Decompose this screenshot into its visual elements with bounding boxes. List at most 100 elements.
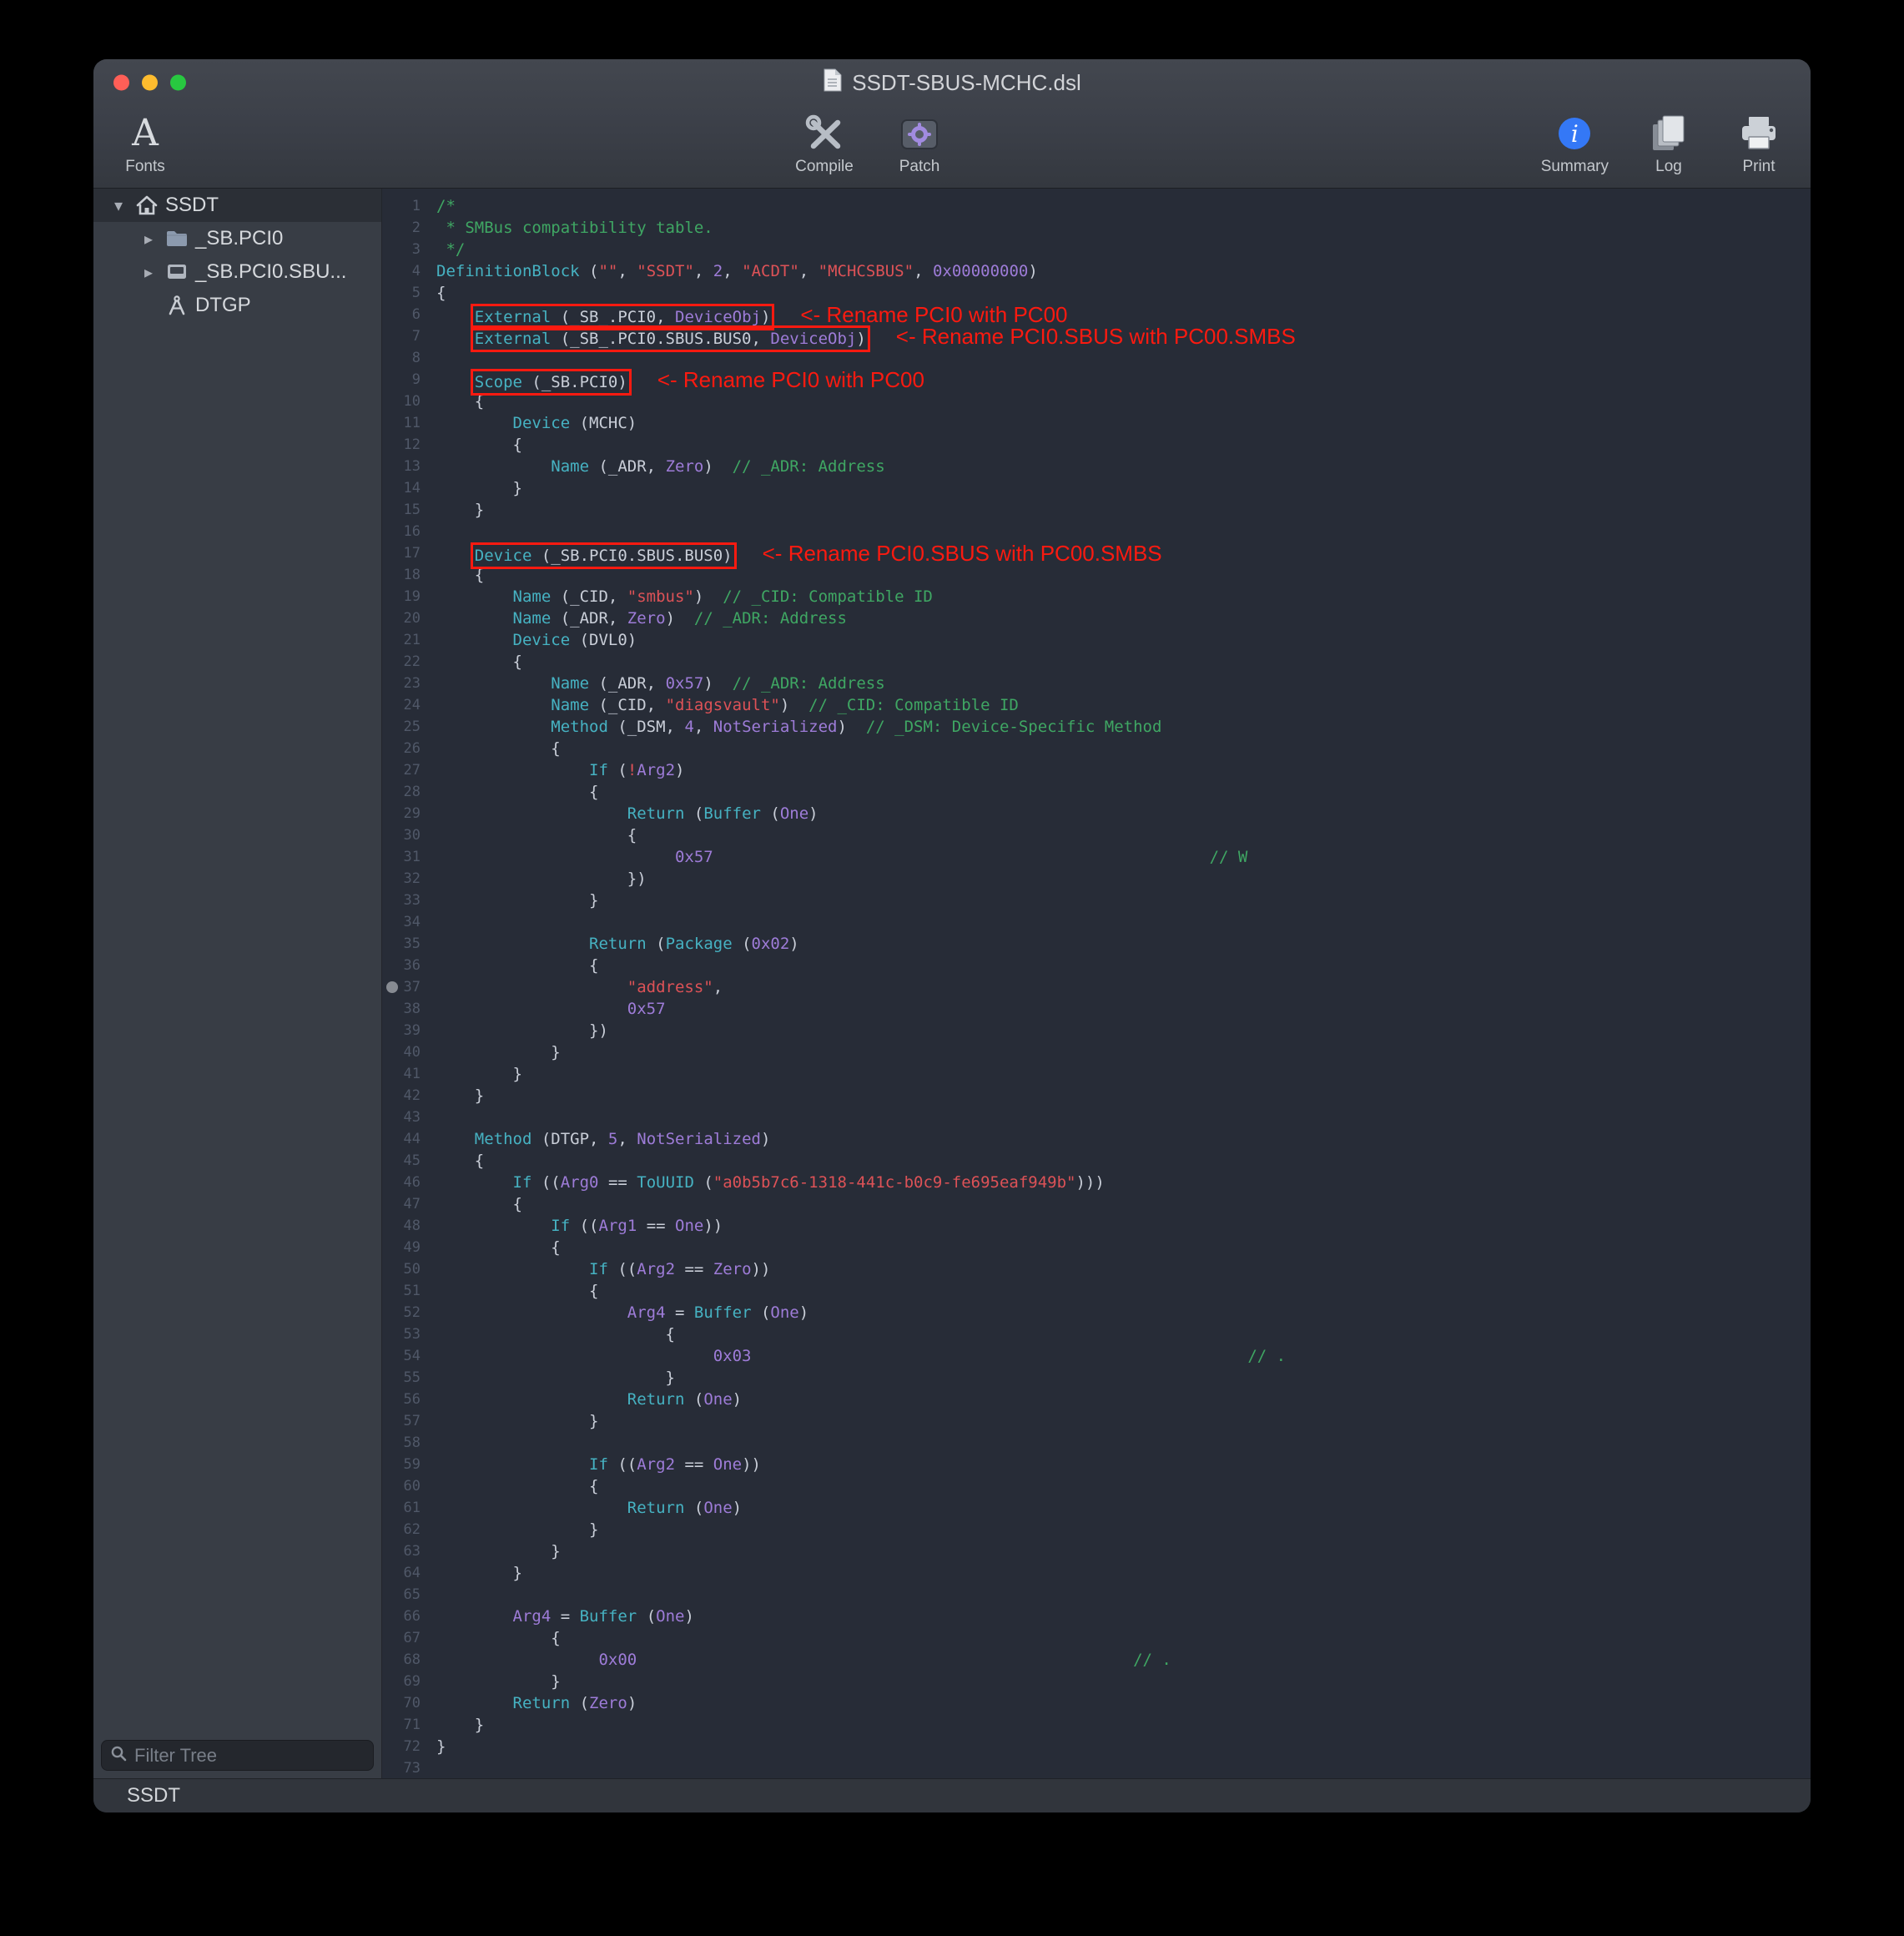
disclosure-right-icon[interactable]: ▸ bbox=[135, 229, 162, 250]
code-line[interactable]: } bbox=[436, 1041, 1811, 1063]
code-line[interactable]: Arg4 = Buffer (One) bbox=[436, 1302, 1811, 1323]
code-line[interactable] bbox=[436, 521, 1811, 542]
code-line[interactable]: } bbox=[436, 1540, 1811, 1562]
code-line[interactable]: 0x57 bbox=[436, 998, 1811, 1020]
line-number: 6 bbox=[382, 304, 426, 325]
code-line[interactable]: } bbox=[436, 1410, 1811, 1432]
code-line[interactable] bbox=[436, 347, 1811, 369]
code-line[interactable] bbox=[436, 1432, 1811, 1454]
summary-button[interactable]: i Summary bbox=[1541, 113, 1609, 176]
disclosure-right-icon[interactable]: ▸ bbox=[135, 262, 162, 283]
code-line[interactable]: } bbox=[436, 1562, 1811, 1584]
code-line[interactable]: Return (One) bbox=[436, 1497, 1811, 1519]
code-line[interactable]: Return (Buffer (One) bbox=[436, 803, 1811, 824]
code-line[interactable]: Scope (_SB.PCI0)<- Rename PCI0 with PC00 bbox=[436, 369, 1811, 391]
code-line[interactable]: Method (DTGP, 5, NotSerialized) bbox=[436, 1128, 1811, 1150]
code-line[interactable]: { bbox=[436, 434, 1811, 456]
fonts-button[interactable]: A Fonts bbox=[115, 113, 175, 176]
code-line[interactable]: { bbox=[436, 1280, 1811, 1302]
code-line[interactable] bbox=[436, 1757, 1811, 1778]
patch-button[interactable]: Patch bbox=[889, 113, 949, 176]
code-line[interactable]: 0x57 // W bbox=[436, 846, 1811, 868]
code-line[interactable]: Arg4 = Buffer (One) bbox=[436, 1606, 1811, 1627]
code-line[interactable]: } bbox=[436, 1367, 1811, 1389]
filter-input[interactable] bbox=[134, 1745, 365, 1767]
code-line[interactable] bbox=[436, 1584, 1811, 1606]
code-line[interactable]: } bbox=[436, 1519, 1811, 1540]
print-button[interactable]: Print bbox=[1729, 113, 1789, 176]
code-line[interactable]: { bbox=[436, 1323, 1811, 1345]
code-line[interactable] bbox=[436, 1107, 1811, 1128]
minimize-button[interactable] bbox=[142, 75, 158, 91]
code-line[interactable]: * SMBus compatibility table. bbox=[436, 217, 1811, 239]
code-line[interactable]: Device (MCHC) bbox=[436, 412, 1811, 434]
code-line[interactable]: Name (_ADR, Zero) // _ADR: Address bbox=[436, 456, 1811, 477]
code-line[interactable]: Name (_ADR, 0x57) // _ADR: Address bbox=[436, 673, 1811, 694]
code-line[interactable]: */ bbox=[436, 239, 1811, 260]
code-line[interactable]: } bbox=[436, 1714, 1811, 1736]
code-line[interactable]: If ((Arg0 == ToUUID ("a0b5b7c6-1318-441c… bbox=[436, 1172, 1811, 1193]
code-line[interactable]: }) bbox=[436, 1020, 1811, 1041]
code-line[interactable]: Name (_CID, "smbus") // _CID: Compatible… bbox=[436, 586, 1811, 608]
line-number: 35 bbox=[382, 933, 426, 955]
code-area[interactable]: /* * SMBus compatibility table. */Defini… bbox=[426, 189, 1811, 1778]
code-line[interactable]: { bbox=[436, 564, 1811, 586]
close-button[interactable] bbox=[113, 75, 129, 91]
code-line[interactable]: If ((Arg1 == One)) bbox=[436, 1215, 1811, 1237]
sidebar-item-ssdt[interactable]: ▾SSDT bbox=[93, 189, 381, 222]
patch-label: Patch bbox=[899, 158, 940, 176]
code-line[interactable]: Return (Package (0x02) bbox=[436, 933, 1811, 955]
sidebar-item-sb-pci0[interactable]: ▸_SB.PCI0 bbox=[93, 222, 381, 255]
code-line[interactable]: { bbox=[436, 824, 1811, 846]
code-line[interactable]: If ((Arg2 == Zero)) bbox=[436, 1258, 1811, 1280]
disclosure-down-icon[interactable]: ▾ bbox=[105, 195, 132, 216]
code-line[interactable]: { bbox=[436, 282, 1811, 304]
code-line[interactable]: { bbox=[436, 651, 1811, 673]
line-number: 68 bbox=[382, 1649, 426, 1671]
code-line[interactable]: If (!Arg2) bbox=[436, 759, 1811, 781]
code-line[interactable]: External (_SB_.PCI0.SBUS.BUS0, DeviceObj… bbox=[436, 325, 1811, 347]
status-selection-path: SSDT bbox=[127, 1784, 180, 1807]
code-line[interactable]: } bbox=[436, 1671, 1811, 1692]
code-line[interactable]: { bbox=[436, 1150, 1811, 1172]
code-line[interactable]: } bbox=[436, 1063, 1811, 1085]
code-line[interactable]: Return (Zero) bbox=[436, 1692, 1811, 1714]
line-number: 13 bbox=[382, 456, 426, 477]
code-line[interactable]: } bbox=[436, 890, 1811, 911]
code-line[interactable]: External (_SB_.PCI0, DeviceObj)<- Rename… bbox=[436, 304, 1811, 325]
code-line[interactable]: { bbox=[436, 1193, 1811, 1215]
code-line[interactable]: Name (_ADR, Zero) // _ADR: Address bbox=[436, 608, 1811, 629]
code-line[interactable]: /* bbox=[436, 195, 1811, 217]
code-line[interactable]: 0x00 // . bbox=[436, 1649, 1811, 1671]
code-line[interactable]: { bbox=[436, 1627, 1811, 1649]
line-marker-dot bbox=[386, 981, 398, 993]
sidebar-item-dtgp[interactable]: DTGP bbox=[93, 289, 381, 322]
code-line[interactable]: { bbox=[436, 781, 1811, 803]
code-line[interactable]: } bbox=[436, 499, 1811, 521]
code-line[interactable]: DefinitionBlock ("", "SSDT", 2, "ACDT", … bbox=[436, 260, 1811, 282]
code-line[interactable]: If ((Arg2 == One)) bbox=[436, 1454, 1811, 1475]
code-line[interactable]: { bbox=[436, 1475, 1811, 1497]
code-line[interactable]: 0x03 // . bbox=[436, 1345, 1811, 1367]
code-line[interactable]: } bbox=[436, 1736, 1811, 1757]
code-line[interactable]: Device (_SB.PCI0.SBUS.BUS0)<- Rename PCI… bbox=[436, 542, 1811, 564]
code-line[interactable] bbox=[436, 911, 1811, 933]
code-line[interactable]: Device (DVL0) bbox=[436, 629, 1811, 651]
log-button[interactable]: Log bbox=[1639, 113, 1699, 176]
code-line[interactable]: Name (_CID, "diagsvault") // _CID: Compa… bbox=[436, 694, 1811, 716]
code-editor[interactable]: 1234567891011121314151617181920212223242… bbox=[382, 189, 1811, 1778]
code-line[interactable]: { bbox=[436, 391, 1811, 412]
code-line[interactable]: }) bbox=[436, 868, 1811, 890]
code-line[interactable]: Method (_DSM, 4, NotSerialized) // _DSM:… bbox=[436, 716, 1811, 738]
code-line[interactable]: { bbox=[436, 955, 1811, 976]
zoom-button[interactable] bbox=[170, 75, 186, 91]
code-line[interactable]: { bbox=[436, 738, 1811, 759]
code-line[interactable]: { bbox=[436, 1237, 1811, 1258]
code-line[interactable]: "address", bbox=[436, 976, 1811, 998]
title-group: SSDT-SBUS-MCHC.dsl bbox=[823, 68, 1080, 98]
sidebar-item-sb-pci0-sbu[interactable]: ▸_SB.PCI0.SBU... bbox=[93, 255, 381, 289]
code-line[interactable]: } bbox=[436, 477, 1811, 499]
code-line[interactable]: } bbox=[436, 1085, 1811, 1107]
code-line[interactable]: Return (One) bbox=[436, 1389, 1811, 1410]
compile-button[interactable]: Compile bbox=[794, 113, 854, 176]
